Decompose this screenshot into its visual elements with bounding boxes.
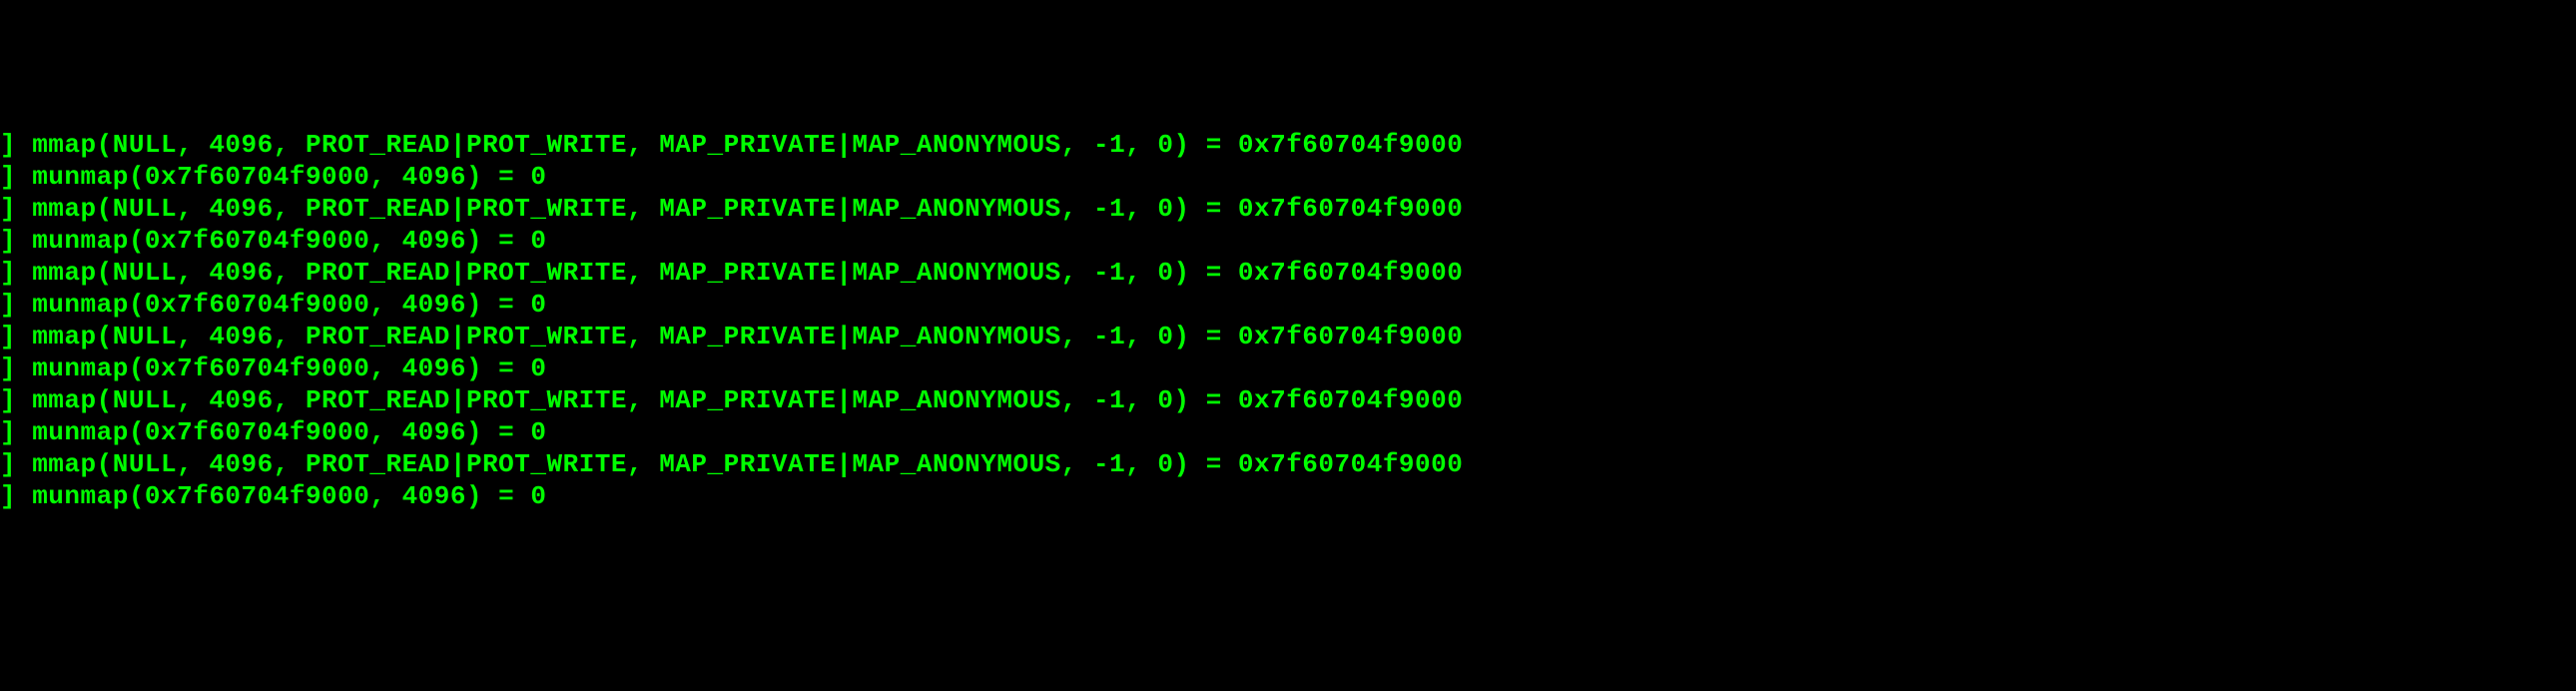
strace-line: ] munmap(0x7f60704f9000, 4096) = 0 <box>0 481 2576 513</box>
strace-line: ] mmap(NULL, 4096, PROT_READ|PROT_WRITE,… <box>0 194 2576 226</box>
terminal-output: ] mmap(NULL, 4096, PROT_READ|PROT_WRITE,… <box>0 130 2576 513</box>
strace-line: ] munmap(0x7f60704f9000, 4096) = 0 <box>0 417 2576 449</box>
strace-line: ] mmap(NULL, 4096, PROT_READ|PROT_WRITE,… <box>0 449 2576 481</box>
strace-line: ] munmap(0x7f60704f9000, 4096) = 0 <box>0 290 2576 322</box>
strace-line: ] mmap(NULL, 4096, PROT_READ|PROT_WRITE,… <box>0 385 2576 417</box>
strace-line: ] munmap(0x7f60704f9000, 4096) = 0 <box>0 353 2576 385</box>
strace-line: ] mmap(NULL, 4096, PROT_READ|PROT_WRITE,… <box>0 322 2576 353</box>
strace-line: ] munmap(0x7f60704f9000, 4096) = 0 <box>0 162 2576 194</box>
strace-line: ] mmap(NULL, 4096, PROT_READ|PROT_WRITE,… <box>0 258 2576 290</box>
strace-line: ] mmap(NULL, 4096, PROT_READ|PROT_WRITE,… <box>0 130 2576 162</box>
strace-line: ] munmap(0x7f60704f9000, 4096) = 0 <box>0 226 2576 258</box>
